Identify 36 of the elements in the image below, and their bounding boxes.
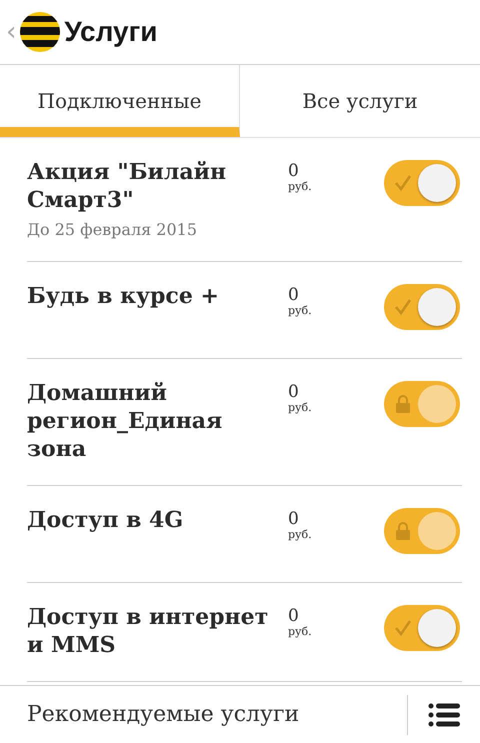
toggle-switch[interactable] <box>384 160 460 206</box>
toggle-knob <box>418 164 456 202</box>
menu-icon <box>428 702 460 726</box>
toggle-switch[interactable] <box>384 284 460 330</box>
toggle-switch[interactable] <box>384 605 460 651</box>
tab[interactable]: Все услуги <box>240 65 480 137</box>
service-name: Доступ в 4G <box>27 506 184 534</box>
toggle-knob <box>418 288 456 326</box>
currency: руб. <box>288 180 312 193</box>
tab[interactable]: Подключенные <box>0 65 240 137</box>
service-name: Домашний регион_Единая зона <box>27 379 224 463</box>
service-name: Акция "Билайн Смарт3" <box>27 158 228 214</box>
toggle-switch[interactable] <box>384 508 460 554</box>
toggle-knob <box>418 512 456 550</box>
service-name: Будь в курсе + <box>27 282 220 310</box>
check-icon <box>394 298 412 316</box>
toggle-switch[interactable] <box>384 381 460 427</box>
toggle-knob <box>418 609 456 647</box>
service-name: Доступ в интернет и MMS <box>27 603 270 659</box>
price: 0 <box>288 383 299 401</box>
lock-icon <box>394 395 412 413</box>
price: 0 <box>288 607 299 625</box>
price: 0 <box>288 286 299 304</box>
service-note: До 25 февраля 2015 <box>27 220 198 239</box>
currency: руб. <box>288 401 312 414</box>
price: 0 <box>288 510 299 528</box>
currency: руб. <box>288 304 312 317</box>
check-icon <box>394 619 412 637</box>
check-icon <box>394 174 412 192</box>
currency: руб. <box>288 528 312 541</box>
lock-icon <box>394 522 412 540</box>
recommended-services-link[interactable]: Рекомендуемые услуги <box>0 702 407 727</box>
currency: руб. <box>288 625 312 638</box>
toggle-knob <box>418 385 456 423</box>
price: 0 <box>288 162 299 180</box>
page-title: Услуги <box>64 16 158 48</box>
